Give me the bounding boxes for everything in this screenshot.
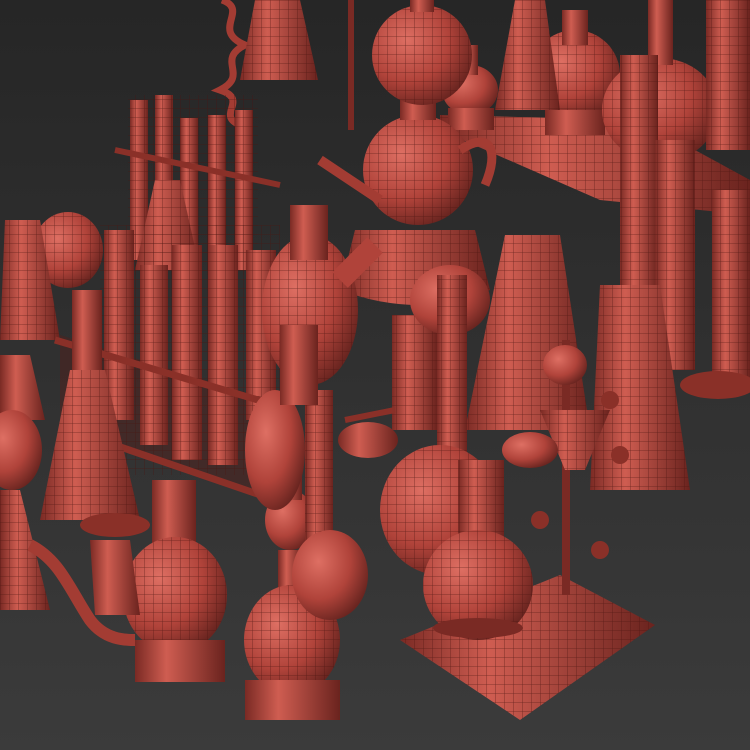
stand-rod [348,0,354,130]
glassware-render [0,0,750,750]
